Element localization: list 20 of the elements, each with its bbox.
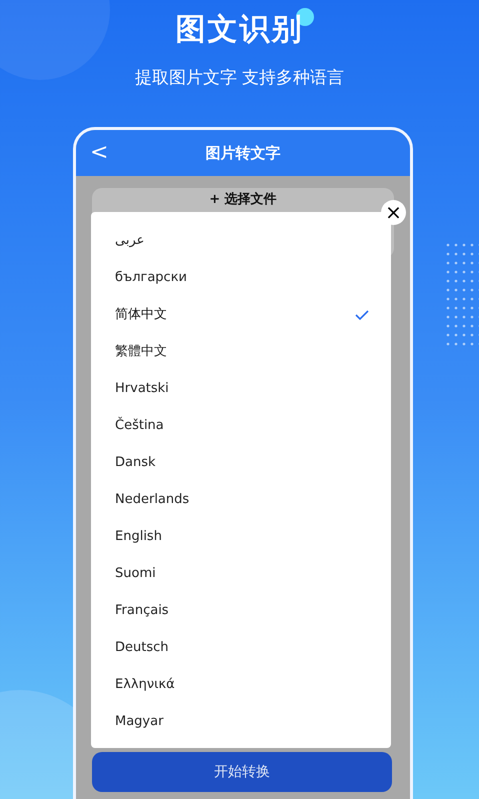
language-option[interactable]: Français: [115, 600, 169, 620]
headline: 图文识别: [176, 11, 304, 49]
language-option[interactable]: 简体中文: [115, 304, 167, 324]
screen-title: 图片转文字: [206, 142, 280, 164]
language-option[interactable]: عربى: [115, 230, 144, 250]
language-option[interactable]: Magyar: [115, 712, 164, 732]
language-option[interactable]: Dansk: [115, 452, 156, 472]
language-option[interactable]: Čeština: [115, 416, 164, 436]
convert-button[interactable]: 开始转换: [92, 752, 392, 792]
back-button[interactable]: <: [90, 141, 108, 165]
language-option[interactable]: Suomi: [115, 564, 156, 584]
language-option[interactable]: Deutsch: [115, 638, 169, 658]
language-option[interactable]: 繁體中文: [115, 342, 167, 362]
subtitle: 提取图片文字 支持多种语言: [134, 67, 344, 90]
language-option[interactable]: Ελληνικά: [115, 674, 175, 694]
language-option[interactable]: български: [115, 268, 188, 288]
check-icon: [355, 310, 369, 320]
language-option[interactable]: English: [115, 526, 162, 546]
language-option[interactable]: Hrvatski: [115, 378, 169, 398]
language-option[interactable]: Nederlands: [115, 490, 190, 510]
